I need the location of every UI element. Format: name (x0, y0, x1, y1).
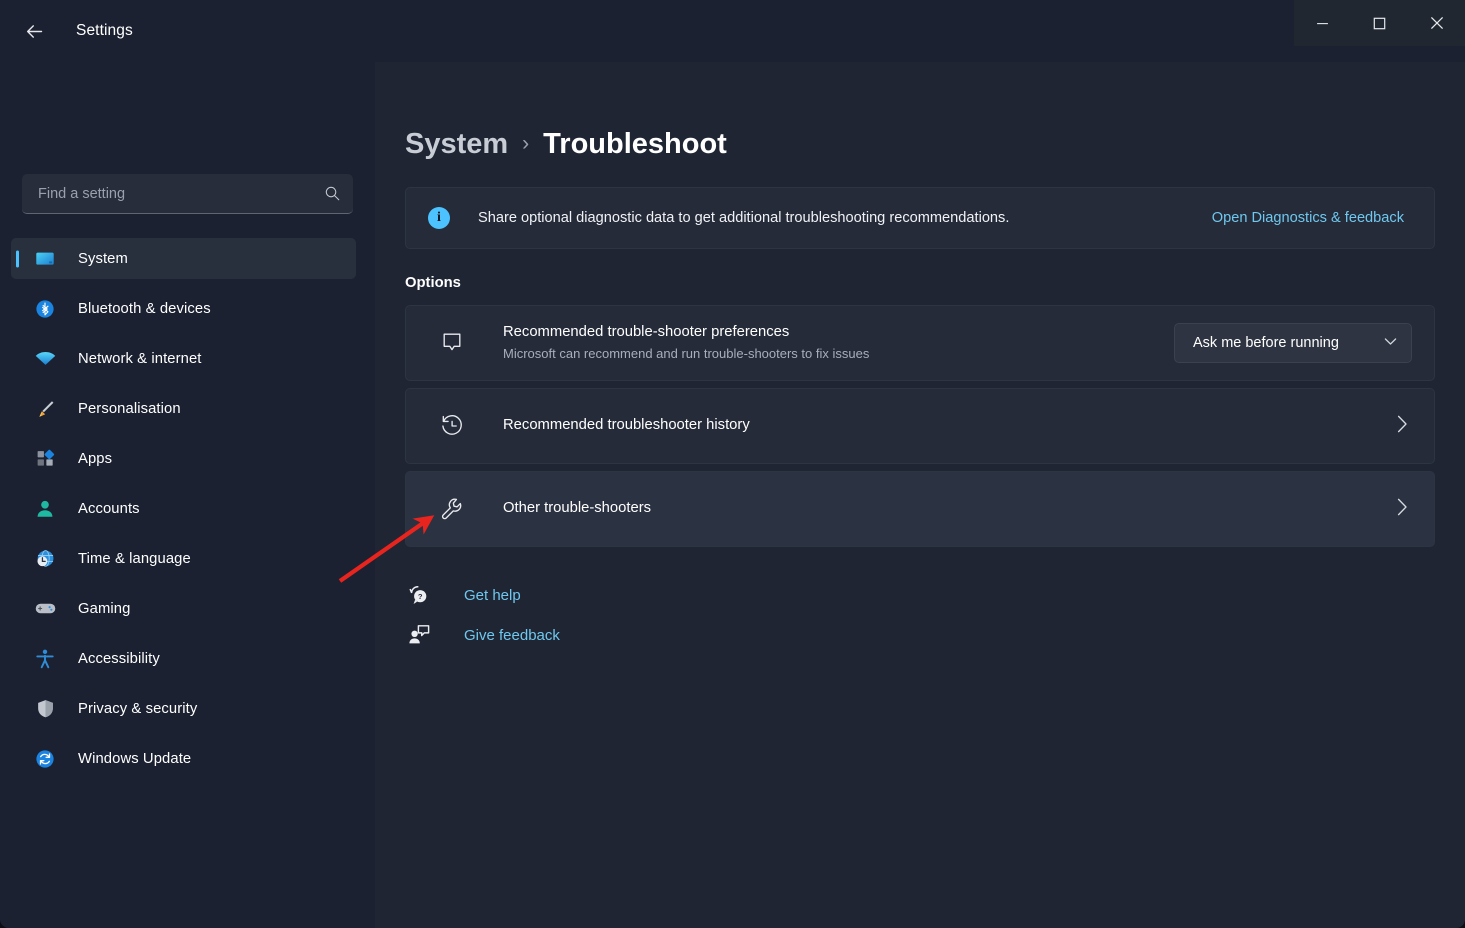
close-button[interactable] (1408, 0, 1465, 46)
sidebar-item-time-language[interactable]: Time & language (11, 538, 356, 579)
gamepad-icon (33, 597, 57, 621)
sidebar-item-windows-update[interactable]: Windows Update (11, 738, 356, 779)
shield-icon (33, 697, 57, 721)
sidebar-item-label: Bluetooth & devices (78, 301, 211, 317)
back-button[interactable] (14, 14, 54, 48)
breadcrumb: System › Troubleshoot (375, 62, 1465, 161)
title-bar-left: Settings (0, 0, 133, 62)
maximize-button[interactable] (1351, 0, 1408, 46)
breadcrumb-separator-icon: › (522, 132, 529, 156)
banner-text: Share optional diagnostic data to get ad… (478, 210, 1212, 226)
wrench-icon (439, 496, 465, 522)
back-arrow-icon (24, 21, 45, 42)
window-controls (1294, 0, 1465, 46)
sidebar-item-label: Time & language (78, 551, 191, 567)
main-content: System › Troubleshoot i Share optional d… (375, 62, 1465, 928)
card-subtitle: Microsoft can recommend and run trouble-… (503, 345, 1174, 363)
sidebar-item-apps[interactable]: Apps (11, 438, 356, 479)
history-clock-icon (439, 413, 465, 439)
help-question-icon: ? (406, 582, 432, 608)
sidebar-item-label: Privacy & security (78, 701, 197, 717)
card-recommended-troubleshooter-history[interactable]: Recommended troubleshooter history (405, 388, 1435, 464)
card-title: Recommended troubleshooter history (503, 416, 1397, 436)
help-link-label: Give feedback (464, 627, 560, 644)
close-icon (1430, 16, 1444, 30)
sidebar-item-label: Apps (78, 451, 112, 467)
search-area (22, 174, 353, 214)
sidebar-nav: System Bluetooth & devices (0, 238, 375, 779)
sidebar-item-label: Windows Update (78, 751, 191, 767)
open-diagnostics-feedback-link[interactable]: Open Diagnostics & feedback (1212, 210, 1404, 226)
svg-text:?: ? (418, 592, 423, 601)
speech-bubble-icon (439, 330, 465, 356)
sidebar-item-accessibility[interactable]: Accessibility (11, 638, 356, 679)
app-title: Settings (76, 22, 133, 40)
minimize-button[interactable] (1294, 0, 1351, 46)
sidebar-item-label: Gaming (78, 601, 130, 617)
chevron-right-icon (1397, 498, 1412, 521)
get-help-link[interactable]: ? Get help (406, 575, 521, 615)
help-link-label: Get help (464, 587, 521, 604)
options-heading: Options (405, 275, 1435, 291)
sidebar-item-accounts[interactable]: Accounts (11, 488, 356, 529)
diagnostic-data-banner: i Share optional diagnostic data to get … (405, 187, 1435, 249)
card-text: Recommended trouble-shooter preferences … (503, 323, 1174, 363)
feedback-person-icon (406, 622, 432, 648)
give-feedback-link[interactable]: Give feedback (406, 615, 560, 655)
options-card-list: Recommended trouble-shooter preferences … (405, 305, 1435, 547)
apps-icon (33, 447, 57, 471)
clock-globe-icon (33, 547, 57, 571)
sidebar-item-gaming[interactable]: Gaming (11, 588, 356, 629)
card-recommended-troubleshooter-preferences: Recommended trouble-shooter preferences … (405, 305, 1435, 381)
help-links: ? Get help Give fe (405, 575, 1435, 655)
card-other-troubleshooters[interactable]: Other trouble-shooters (405, 471, 1435, 547)
sidebar-item-personalisation[interactable]: Personalisation (11, 388, 356, 429)
dropdown-value: Ask me before running (1193, 335, 1339, 351)
sidebar-item-privacy-security[interactable]: Privacy & security (11, 688, 356, 729)
title-bar: Settings (0, 0, 1465, 62)
sidebar-item-label: System (78, 251, 128, 267)
sidebar-item-bluetooth-devices[interactable]: Bluetooth & devices (11, 288, 356, 329)
search-box[interactable] (22, 174, 353, 214)
chevron-down-icon (1384, 337, 1397, 349)
wifi-icon (33, 347, 57, 371)
minimize-icon (1316, 17, 1329, 30)
info-icon: i (428, 207, 450, 229)
settings-window: Settings (0, 0, 1465, 928)
content-scroll-area: i Share optional diagnostic data to get … (375, 187, 1465, 655)
card-text: Recommended troubleshooter history (503, 416, 1397, 436)
monitor-icon (33, 247, 57, 271)
maximize-icon (1373, 17, 1386, 30)
card-text: Other trouble-shooters (503, 499, 1397, 519)
sidebar-spacer (0, 62, 375, 174)
card-title: Recommended trouble-shooter preferences (503, 323, 1174, 343)
bluetooth-icon (33, 297, 57, 321)
sidebar-item-label: Network & internet (78, 351, 202, 367)
breadcrumb-parent[interactable]: System (405, 128, 508, 161)
sidebar-item-system[interactable]: System (11, 238, 356, 279)
recommended-troubleshooter-preference-dropdown[interactable]: Ask me before running (1174, 323, 1412, 363)
search-icon (324, 185, 341, 202)
sidebar-item-label: Accessibility (78, 651, 160, 667)
sidebar-item-label: Accounts (78, 501, 140, 517)
chevron-right-icon (1397, 415, 1412, 438)
page-title: Troubleshoot (543, 128, 727, 161)
paintbrush-icon (33, 397, 57, 421)
search-input[interactable] (38, 186, 324, 202)
sidebar: System Bluetooth & devices (0, 62, 375, 928)
person-icon (33, 497, 57, 521)
sidebar-item-label: Personalisation (78, 401, 181, 417)
accessibility-icon (33, 647, 57, 671)
card-title: Other trouble-shooters (503, 499, 1397, 519)
window-body: System Bluetooth & devices (0, 62, 1465, 928)
sidebar-item-network-internet[interactable]: Network & internet (11, 338, 356, 379)
update-refresh-icon (33, 747, 57, 771)
